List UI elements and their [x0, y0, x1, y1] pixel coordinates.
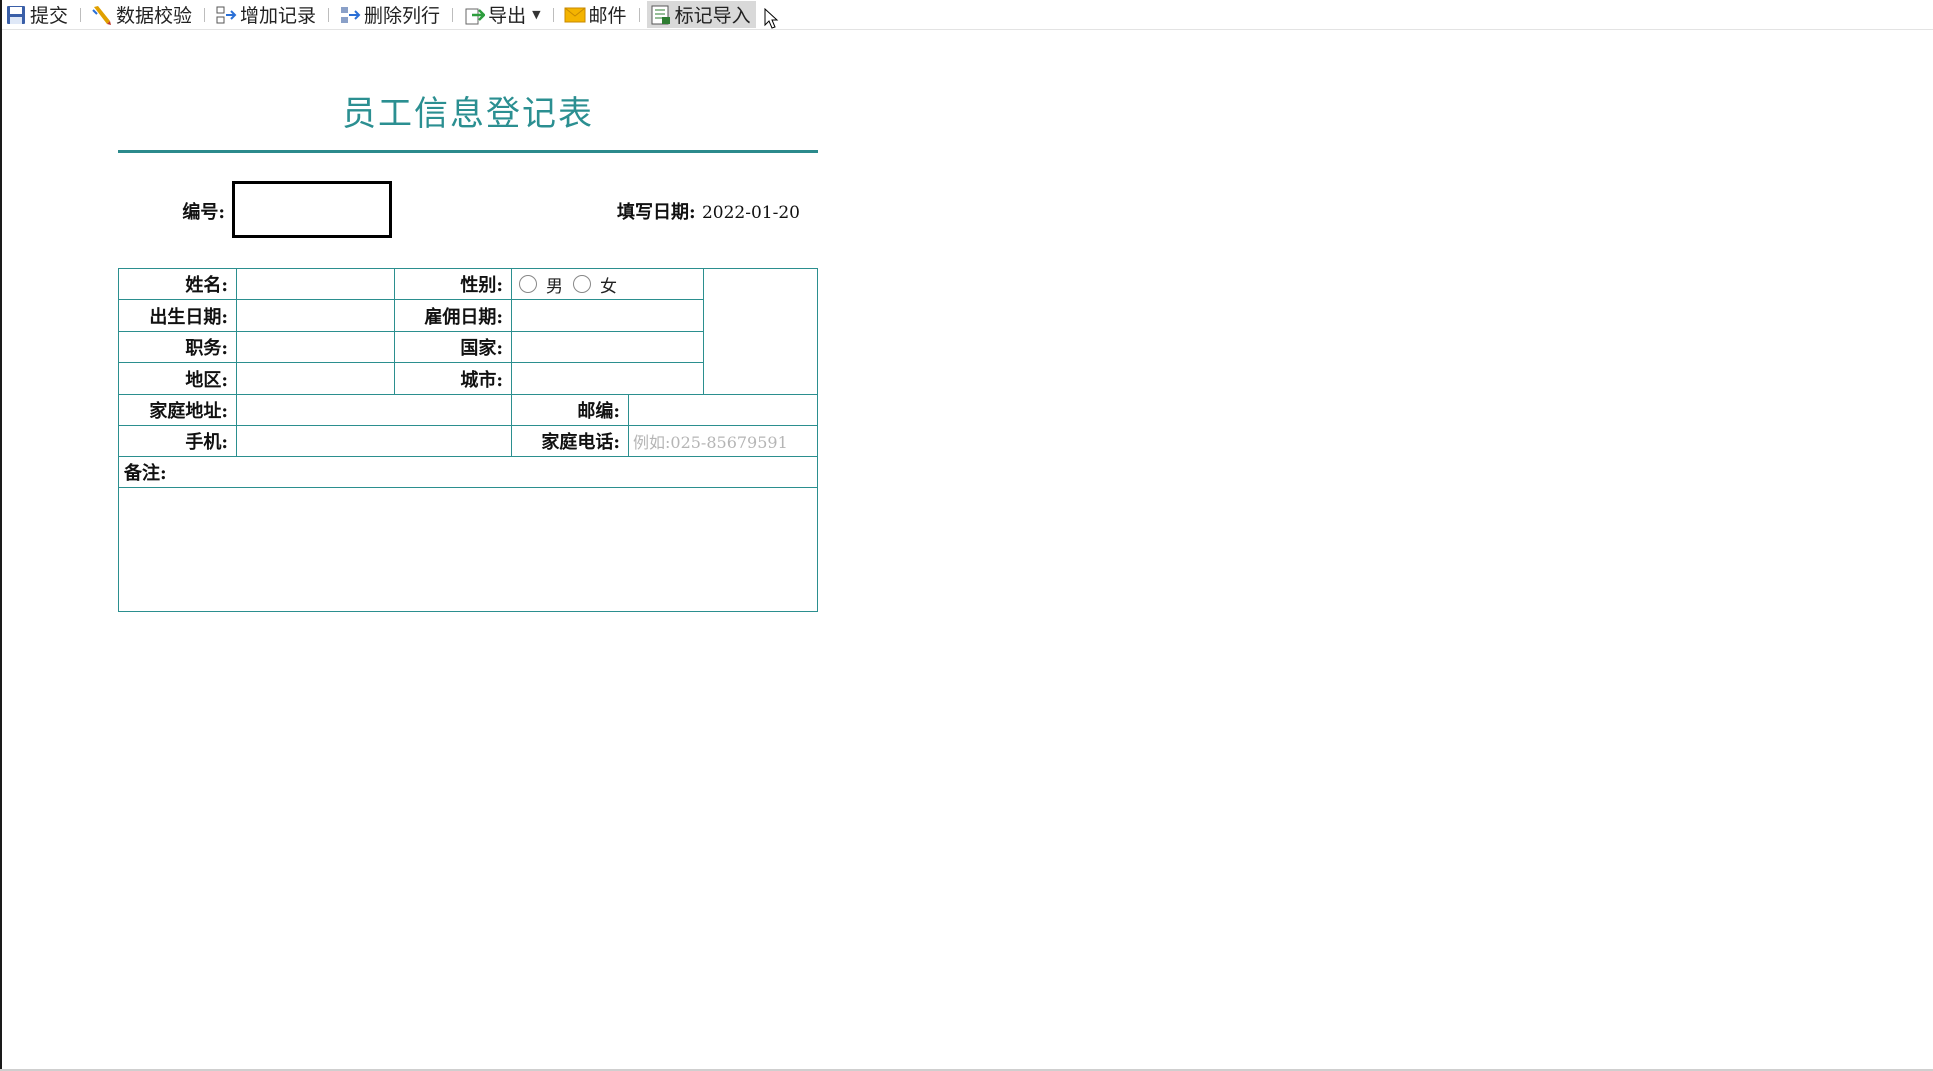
postcode-input[interactable] — [629, 395, 817, 426]
toolbar-separator — [638, 7, 640, 22]
mark-import-label: 标记导入 — [674, 5, 751, 27]
envelope-icon — [564, 4, 586, 26]
gender-female-radio[interactable] — [573, 275, 591, 293]
delete-row-button[interactable]: 删除列行 — [336, 1, 445, 28]
photo-area[interactable] — [704, 269, 817, 395]
gender-female-label: 女 — [600, 276, 617, 297]
pencil-check-icon — [91, 4, 113, 26]
region-label: 地区: — [119, 363, 237, 395]
birth-date-input[interactable] — [237, 300, 395, 332]
toolbar-separator — [328, 7, 330, 22]
home-phone-placeholder: 例如:025-85679591 — [633, 433, 788, 452]
toolbar: 提交 数据校验 增加记录 删除列行 导出 ▼ 邮件 标记导入 — [2, 0, 1933, 30]
chevron-down-icon[interactable]: ▼ — [532, 8, 540, 21]
position-input[interactable] — [237, 332, 395, 363]
mail-label: 邮件 — [588, 5, 627, 27]
city-label: 城市: — [395, 363, 512, 395]
submit-button[interactable]: 提交 — [2, 1, 73, 28]
address-input[interactable] — [237, 395, 512, 426]
birth-date-label: 出生日期: — [119, 300, 237, 332]
fill-date: 填写日期: 2022-01-20 — [560, 198, 800, 224]
hire-date-label: 雇佣日期: — [395, 300, 512, 332]
delete-row-icon — [339, 4, 361, 26]
export-arrow-icon — [463, 4, 486, 26]
employee-id-input[interactable] — [232, 181, 392, 238]
gender-label: 性别: — [395, 269, 512, 300]
fill-date-label: 填写日期: — [617, 202, 696, 223]
fill-date-value: 2022-01-20 — [701, 203, 800, 223]
export-label: 导出 — [488, 5, 527, 27]
remarks-textarea[interactable] — [119, 488, 817, 611]
employee-info-table: 姓名: 性别: 男 女 出生日期: 雇佣日期: 职务: 国家: 地区: 城市: … — [118, 268, 818, 612]
toolbar-separator — [452, 7, 454, 22]
gender-male-label: 男 — [546, 276, 563, 297]
employee-id-label: 编号: — [182, 202, 225, 223]
city-input[interactable] — [512, 363, 704, 395]
country-label: 国家: — [395, 332, 512, 363]
mobile-input[interactable] — [237, 426, 512, 457]
address-label: 家庭地址: — [119, 395, 237, 426]
country-input[interactable] — [512, 332, 704, 363]
delete-row-label: 删除列行 — [364, 5, 441, 27]
add-record-button[interactable]: 增加记录 — [212, 1, 321, 28]
position-label: 职务: — [119, 332, 237, 363]
add-record-label: 增加记录 — [240, 5, 317, 27]
insert-row-icon — [215, 4, 237, 26]
mark-import-button[interactable]: 标记导入 — [646, 1, 756, 28]
validate-data-label: 数据校验 — [116, 5, 193, 27]
postcode-label: 邮编: — [512, 395, 629, 426]
submit-label: 提交 — [30, 5, 69, 27]
mobile-label: 手机: — [119, 426, 237, 457]
hire-date-input[interactable] — [512, 300, 704, 332]
toolbar-separator — [80, 7, 82, 22]
home-phone-input[interactable]: 例如:025-85679591 — [629, 426, 817, 457]
toolbar-separator — [552, 7, 554, 22]
home-phone-label: 家庭电话: — [512, 426, 629, 457]
import-sheet-icon — [650, 4, 672, 26]
export-dropdown-button[interactable]: 导出 ▼ — [460, 1, 545, 28]
name-label: 姓名: — [119, 269, 237, 300]
mail-button[interactable]: 邮件 — [561, 1, 632, 28]
mouse-cursor-icon — [764, 8, 779, 29]
window-left-edge — [0, 0, 2, 1071]
toolbar-separator — [204, 7, 206, 22]
title-divider — [118, 150, 818, 153]
region-input[interactable] — [237, 363, 395, 395]
validate-data-button[interactable]: 数据校验 — [88, 1, 197, 28]
floppy-save-icon — [5, 4, 27, 26]
gender-radio-group: 男 女 — [512, 269, 704, 300]
name-input[interactable] — [237, 269, 395, 300]
remarks-label: 备注: — [119, 457, 817, 488]
gender-male-radio[interactable] — [519, 275, 537, 293]
form-title: 员工信息登记表 — [342, 94, 594, 134]
